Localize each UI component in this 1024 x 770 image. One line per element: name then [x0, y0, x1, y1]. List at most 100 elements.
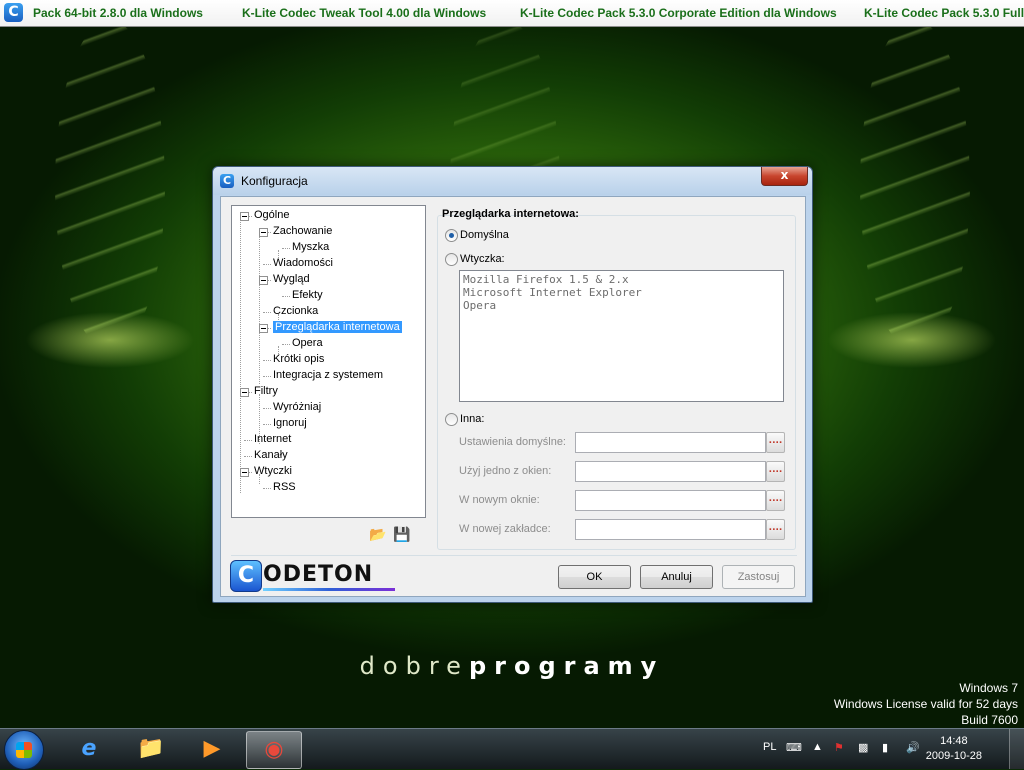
clock-date: 2009-10-28 [925, 750, 982, 762]
default-settings-browse-button[interactable]: .... [766, 432, 785, 453]
ok-button[interactable]: OK [558, 565, 631, 589]
tree-guide-line [259, 234, 260, 384]
internet-explorer-icon[interactable]: e [62, 731, 116, 767]
start-button[interactable] [4, 730, 44, 770]
tree-item-label: Krótki opis [273, 353, 325, 365]
radio-default-browser[interactable] [445, 229, 458, 242]
file-explorer-icon[interactable]: 📁 [124, 731, 178, 767]
ticker-link[interactable]: K-Lite Codec Pack 5.3.0 Corporate Editio… [520, 6, 837, 20]
wallpaper-helix-right [860, 20, 970, 350]
action-center-icon[interactable]: ⚑ [834, 741, 844, 754]
new-window-field[interactable] [575, 490, 766, 511]
ticker-logo-icon[interactable]: C [4, 3, 23, 22]
list-item[interactable]: Microsoft Internet Explorer [463, 286, 642, 299]
tree-item[interactable]: Ignoruj [273, 416, 307, 431]
plugin-browser-list[interactable]: Mozilla Firefox 1.5 & 2.x Microsoft Inte… [459, 270, 784, 402]
wallpaper-helix-left [55, 20, 165, 350]
tree-item-label: Zachowanie [273, 225, 333, 237]
tree-item[interactable]: Efekty [292, 288, 323, 303]
new-window-browse-button[interactable]: .... [766, 490, 785, 511]
tree-item[interactable]: Czcionka [273, 304, 318, 319]
new-window-label: W nowym oknie: [459, 494, 540, 506]
device-icon[interactable]: ▩ [858, 741, 868, 754]
configuration-dialog: C Konfiguracja x Ogólne Zachowanie Myszka W… [212, 166, 813, 603]
language-indicator[interactable]: PL [763, 741, 776, 753]
tree-item-label: Wtyczki [254, 465, 292, 477]
ticker-link[interactable]: K-Lite Codec Tweak Tool 4.00 dla Windows [242, 6, 486, 20]
radio-other-browser[interactable] [445, 413, 458, 426]
tree-item-label: Integracja z systemem [273, 369, 384, 381]
settings-tree[interactable]: Ogólne Zachowanie Myszka Wiadomości Wygląd Ef… [231, 205, 426, 518]
tree-collapse-icon[interactable] [240, 212, 249, 221]
close-button[interactable]: x [761, 167, 808, 186]
tree-connector [244, 440, 252, 441]
save-disk-icon[interactable]: 💾 [393, 527, 411, 543]
apply-button[interactable]: Zastosuj [722, 565, 795, 589]
tree-connector [263, 360, 271, 361]
logo-underline [263, 588, 395, 591]
ticker-link[interactable]: K-Lite Codec Pack 5.3.0 Full d [864, 6, 1024, 20]
list-item[interactable]: Opera [463, 299, 496, 312]
tree-item-label: Wygląd [273, 273, 310, 285]
license-line-build: Build 7600 [961, 713, 1018, 727]
tree-item-label: Ogólne [254, 209, 290, 221]
volume-icon[interactable]: 🔊 [906, 741, 920, 754]
chrome-icon[interactable]: ◉ [246, 731, 302, 769]
default-settings-field[interactable] [575, 432, 766, 453]
tree-item[interactable]: Wygląd [273, 272, 310, 287]
tree-connector [282, 296, 290, 297]
tree-item[interactable]: Ogólne [254, 208, 289, 223]
tree-item[interactable]: Filtry [254, 384, 278, 399]
tree-item[interactable]: Wiadomości [273, 256, 333, 271]
footer-separator [231, 555, 797, 556]
logo-text: ODETON [263, 562, 374, 587]
wallpaper-brand-text: dobreprogramy [0, 652, 1024, 680]
new-tab-browse-button[interactable]: .... [766, 519, 785, 540]
tree-collapse-icon[interactable] [259, 276, 268, 285]
tree-item[interactable]: Internet [254, 432, 291, 447]
radio-plugin-browser[interactable] [445, 253, 458, 266]
folder-open-icon[interactable]: 📂 [369, 527, 387, 543]
license-line-validity: Windows License valid for 52 days [833, 697, 1018, 711]
cancel-button[interactable]: Anuluj [640, 565, 713, 589]
tree-item[interactable]: Opera [292, 336, 323, 351]
tree-item-label: Czcionka [273, 305, 319, 317]
codeton-app-icon: C [220, 174, 234, 188]
radio-default-label[interactable]: Domyślna [460, 229, 509, 241]
tree-item[interactable]: Zachowanie [273, 224, 332, 239]
network-signal-icon[interactable]: ▮ [882, 741, 888, 754]
tree-item[interactable]: Integracja z systemem [273, 368, 383, 383]
tree-connector [263, 488, 271, 489]
dialog-title: Konfiguracja [241, 174, 308, 188]
dialog-titlebar[interactable]: C Konfiguracja x [213, 167, 812, 195]
tree-item[interactable]: Myszka [292, 240, 329, 255]
tree-collapse-icon[interactable] [240, 388, 249, 397]
tree-item[interactable]: Wtyczki [254, 464, 292, 479]
tree-collapse-icon[interactable] [240, 468, 249, 477]
list-item[interactable]: Mozilla Firefox 1.5 & 2.x [463, 273, 629, 286]
tree-collapse-icon[interactable] [259, 228, 268, 237]
keyboard-icon[interactable]: ⌨ [786, 741, 802, 754]
tree-item-label: Myszka [292, 241, 330, 253]
tree-item[interactable]: Wyróżniaj [273, 400, 321, 415]
tree-item[interactable]: Przeglądarka internetowa [273, 320, 402, 335]
tree-item-label: RSS [273, 481, 296, 493]
tree-item[interactable]: Kanały [254, 448, 288, 463]
new-tab-field[interactable] [575, 519, 766, 540]
radio-other-label[interactable]: Inna: [460, 413, 484, 425]
use-one-window-browse-button[interactable]: .... [766, 461, 785, 482]
tree-item[interactable]: Krótki opis [273, 352, 324, 367]
show-desktop-button[interactable] [1009, 729, 1024, 769]
taskbar: e 📁 ▶ ◉ PL ⌨ ▲ ⚑ ▩ ▮ 🔊 14:48 2009-10-28 [0, 728, 1024, 770]
use-one-window-field[interactable] [575, 461, 766, 482]
clock[interactable]: 14:48 2009-10-28 [926, 734, 982, 764]
radio-plugin-label[interactable]: Wtyczka: [460, 253, 505, 265]
tree-item-label: Wiadomości [273, 257, 333, 269]
show-hidden-icons-icon[interactable]: ▲ [812, 741, 823, 753]
tree-collapse-icon[interactable] [259, 324, 268, 333]
license-line-os: Windows 7 [959, 681, 1018, 695]
media-player-icon[interactable]: ▶ [185, 731, 239, 767]
tree-item[interactable]: RSS [273, 480, 296, 495]
ticker-link[interactable]: Pack 64-bit 2.8.0 dla Windows [33, 6, 203, 20]
tree-connector [263, 408, 271, 409]
